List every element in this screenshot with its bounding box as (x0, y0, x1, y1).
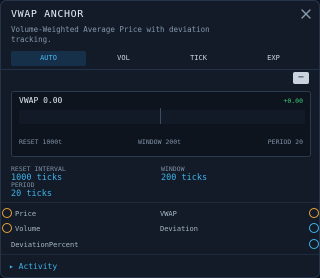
mode-tabs: AUTO VOL TICK EXP (11, 51, 311, 66)
port-deviation-label: Deviation (160, 225, 198, 233)
port-deviation-percent-label: DeviationPercent (11, 241, 79, 249)
port-volume-label: Volume (15, 225, 41, 233)
tab-auto[interactable]: AUTO (11, 51, 86, 66)
port-extra-output-dot[interactable] (309, 239, 319, 249)
window-value: 200 ticks (161, 173, 208, 183)
vwap-anchor-panel: VWAP ANCHOR Volume-Weighted Average Pric… (0, 0, 320, 278)
period-label: PERIOD (11, 181, 35, 189)
tabs-divider (1, 69, 319, 70)
port-price-label: Price (15, 210, 37, 218)
period-value: 20 ticks (11, 189, 52, 199)
tab-tick[interactable]: TICK (161, 51, 236, 66)
panel-description: Volume-Weighted Average Price with devia… (11, 25, 210, 44)
chart-window-label: WINDOW 200t (138, 138, 182, 146)
chart-value-label: VWAP 0.00 (19, 96, 63, 105)
port-deviation-output-dot[interactable] (309, 223, 319, 233)
chart-period-label: PERIOD 20 (267, 138, 303, 146)
activity-toggle[interactable]: ▸ Activity (9, 262, 57, 271)
chart-delta: +0.00 (283, 97, 303, 105)
panel-title: VWAP ANCHOR (11, 9, 84, 20)
port-vwap-output-dot[interactable] (309, 208, 319, 218)
ports-divider (1, 202, 319, 203)
vwap-chart: VWAP 0.00 +0.00 RESET 1000t WINDOW 200t … (11, 91, 311, 157)
chart-track (19, 110, 305, 124)
port-price-input-dot[interactable] (2, 208, 12, 218)
tab-vol[interactable]: VOL (86, 51, 161, 66)
port-vwap-label: VWAP (160, 210, 177, 218)
tab-exp[interactable]: EXP (236, 51, 311, 66)
collapse-button[interactable]: − (293, 72, 309, 84)
chart-reset-label: RESET 1000t (19, 138, 63, 146)
reset-interval-label: RESET INTERVAL (11, 165, 66, 173)
activity-divider (1, 254, 319, 255)
chart-center-marker (160, 108, 161, 124)
port-volume-input-dot[interactable] (2, 223, 12, 233)
window-label: WINDOW (161, 165, 185, 173)
close-icon[interactable] (299, 6, 313, 20)
